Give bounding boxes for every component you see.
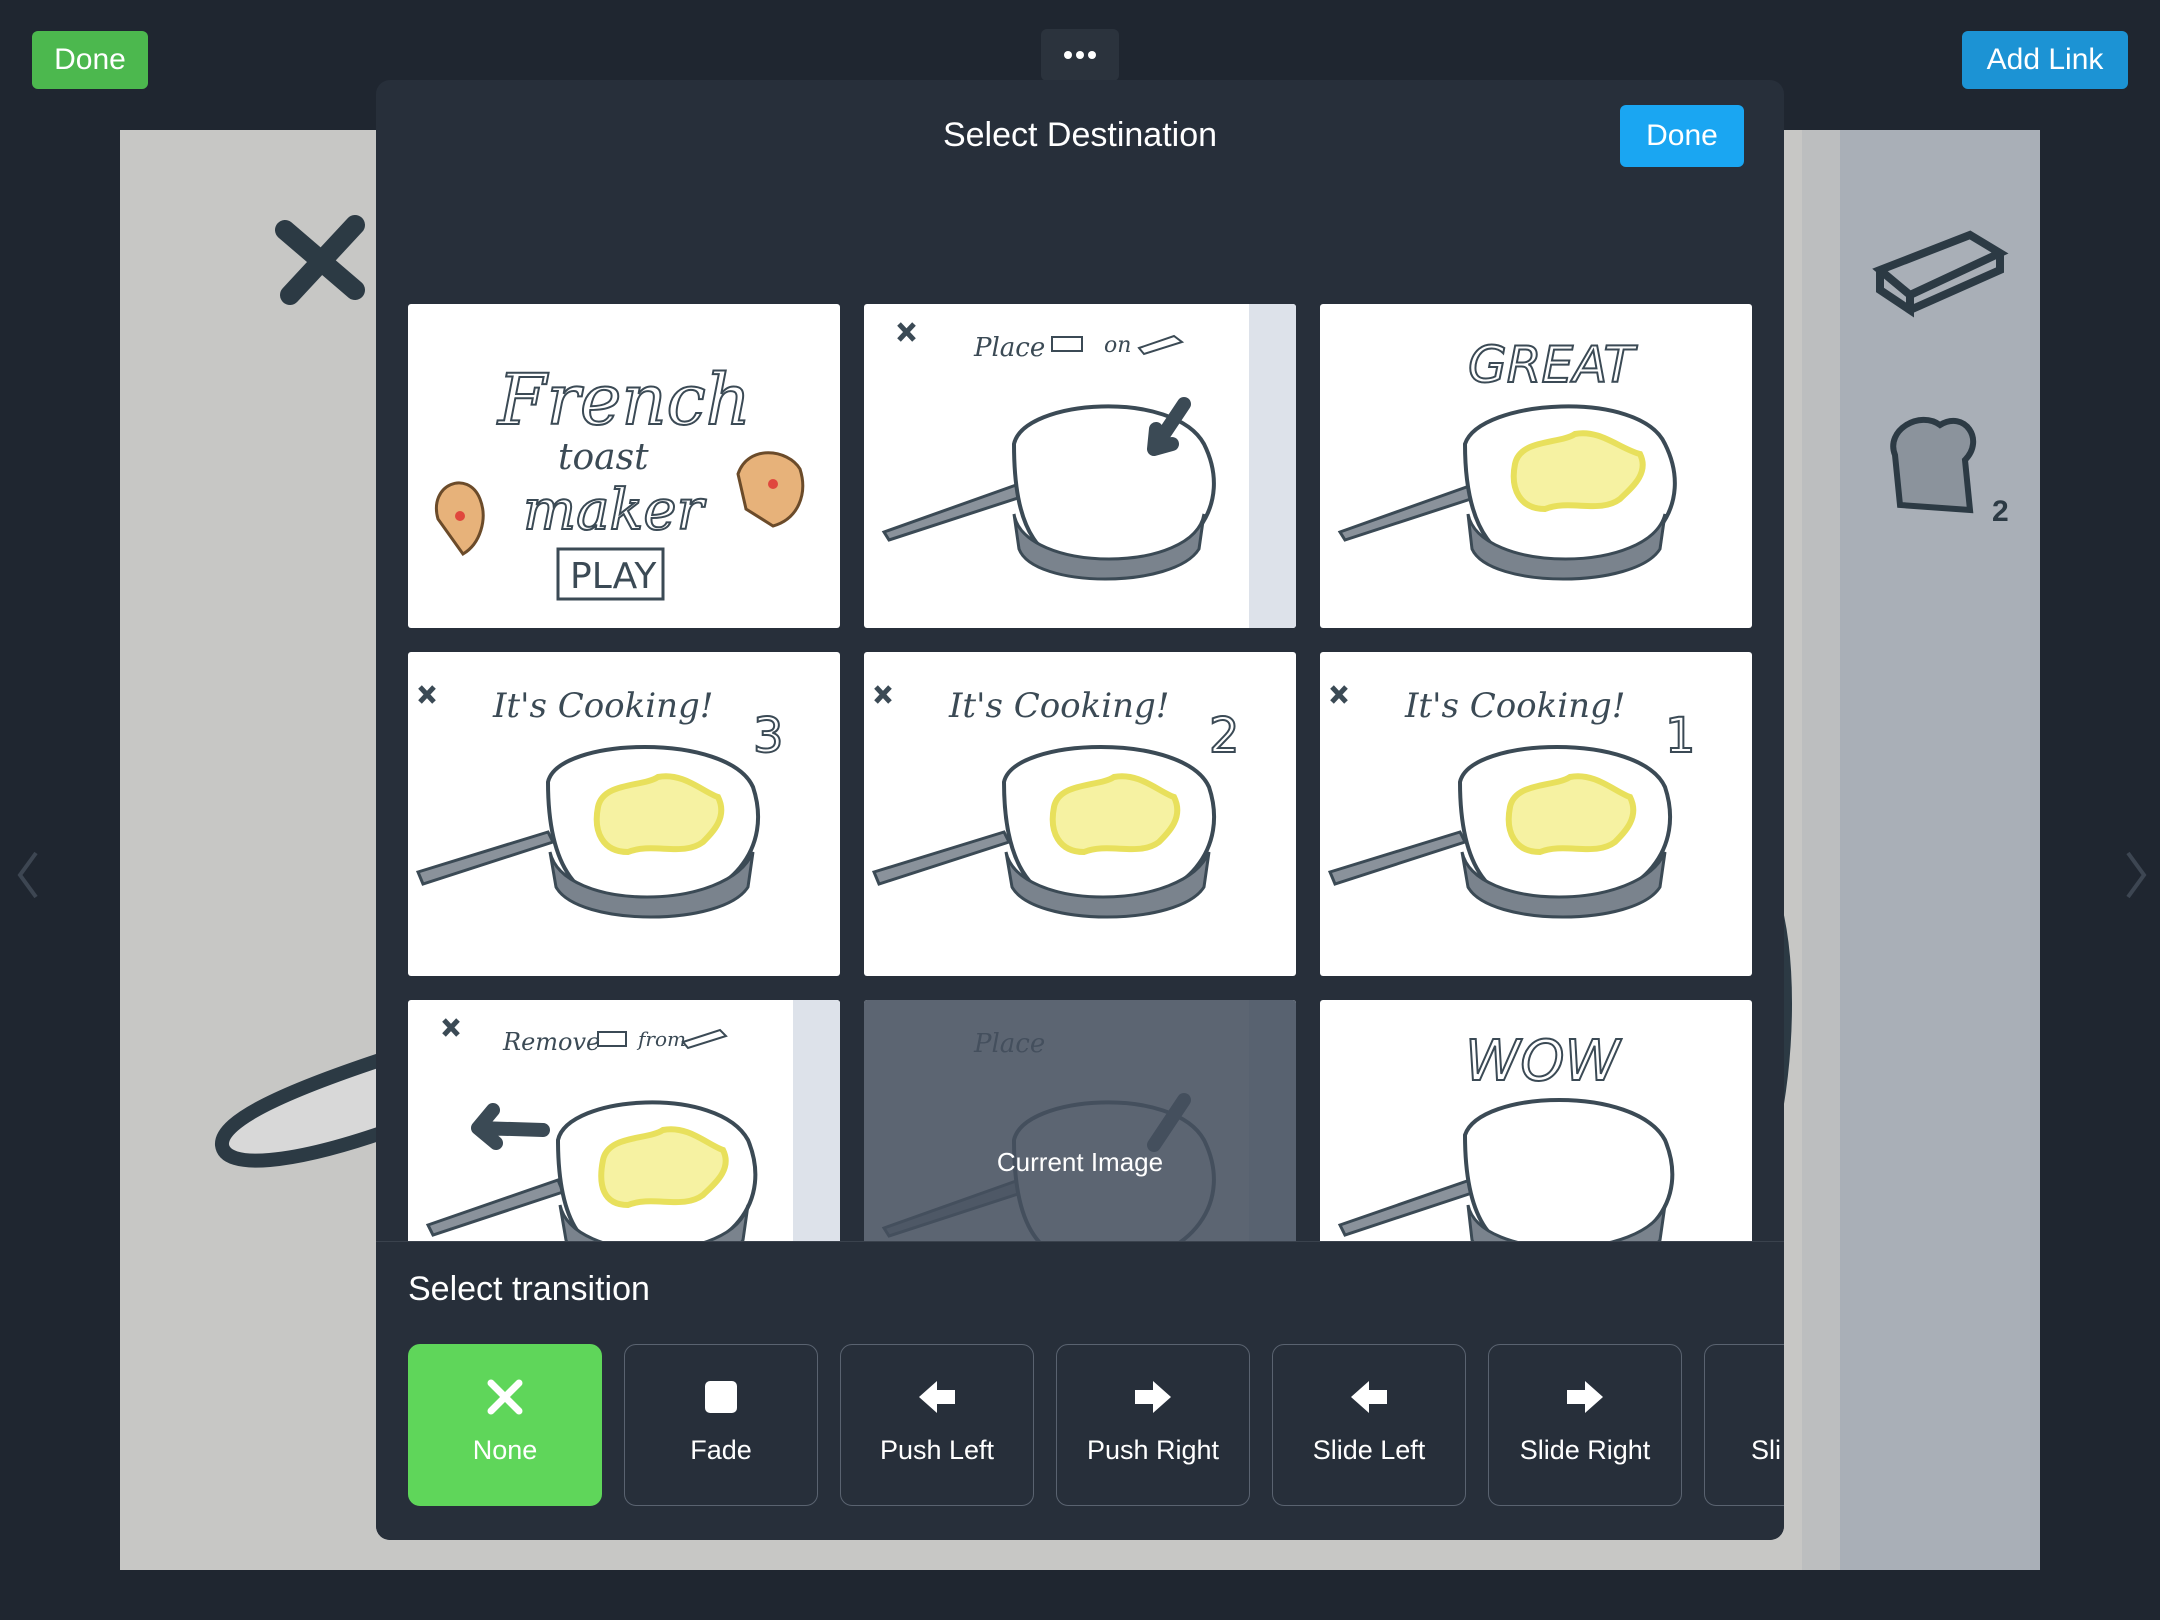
ellipsis-icon <box>1064 51 1096 59</box>
arrow-right-icon <box>1567 1381 1603 1413</box>
transition-label: Slide Left <box>1312 1435 1426 1465</box>
thumbnail-cooking-2[interactable]: It's Cooking! 2 <box>864 652 1296 976</box>
transition-slide-partial[interactable]: Sli <box>1704 1344 1784 1506</box>
transition-list[interactable]: None Fade Push Left Push Right Slide Lef… <box>408 1344 1784 1508</box>
bread-icon <box>1890 416 1977 514</box>
canvas-divider <box>1802 130 1840 1570</box>
thumbnail-place-bread-current: Place Current Image <box>864 1000 1296 1321</box>
current-image-caption: Current Image <box>996 1146 1164 1177</box>
more-options-button[interactable] <box>1041 29 1119 81</box>
bread-count: 2 <box>1992 495 2009 528</box>
dialog-done-button[interactable]: Done <box>1620 105 1744 167</box>
transition-label: None <box>472 1435 538 1465</box>
close-x-icon <box>275 215 365 305</box>
transition-fade[interactable]: Fade <box>624 1344 818 1506</box>
next-page-arrow[interactable] <box>2116 845 2156 905</box>
svg-text:maker: maker <box>523 478 707 543</box>
transition-label: Push Right <box>1086 1435 1220 1465</box>
great-drawing: GREAT <box>1337 335 1677 581</box>
svg-text:1: 1 <box>1665 708 1696 764</box>
dialog-title: Select Destination <box>942 116 1218 154</box>
svg-text:PLAY: PLAY <box>570 556 657 597</box>
place-butter-drawing: Place on <box>881 304 1296 628</box>
transition-label: Slide Right <box>1519 1435 1651 1465</box>
thumbnail-cooking-1[interactable]: It's Cooking! 1 <box>1320 652 1752 976</box>
thumbnail-title-screen[interactable]: French toast maker PLAY <box>408 304 840 628</box>
arrow-left-icon <box>919 1381 955 1413</box>
add-link-button[interactable]: Add Link <box>1962 31 2128 89</box>
svg-text:Remove: Remove <box>502 1028 600 1056</box>
square-icon <box>705 1381 737 1413</box>
svg-text:3: 3 <box>753 708 784 764</box>
canvas-inventory-strip <box>1840 130 2040 1570</box>
thumbnail-great[interactable]: GREAT <box>1320 304 1752 628</box>
cooking-2-drawing: It's Cooking! 2 <box>871 685 1241 919</box>
transition-slide-right[interactable]: Slide Right <box>1488 1344 1682 1506</box>
svg-text:WOW: WOW <box>1465 1029 1622 1094</box>
svg-text:It's Cooking!: It's Cooking! <box>948 686 1169 726</box>
transition-slide-left[interactable]: Slide Left <box>1272 1344 1466 1506</box>
svg-text:GREAT: GREAT <box>1468 336 1638 394</box>
top-done-button[interactable]: Done <box>32 31 148 89</box>
svg-text:French: French <box>496 359 751 441</box>
svg-text:Place: Place <box>973 333 1045 363</box>
svg-text:toast: toast <box>558 437 649 478</box>
thumbnail-place-butter[interactable]: Place on <box>864 304 1296 628</box>
cooking-3-drawing: It's Cooking! 3 <box>415 685 785 919</box>
select-destination-dialog: Select Destination Done French toast mak… <box>376 80 1784 1540</box>
arrow-left-icon <box>1351 1381 1387 1413</box>
svg-text:from: from <box>636 1027 686 1051</box>
svg-text:It's Cooking!: It's Cooking! <box>492 686 713 726</box>
svg-text:on: on <box>1104 333 1131 358</box>
butter-icon <box>1872 230 2009 318</box>
previous-page-arrow[interactable] <box>8 845 48 905</box>
arrow-right-icon <box>1135 1381 1171 1413</box>
destination-grid: French toast maker PLAY Place on GREAT I… <box>376 224 1784 1321</box>
svg-text:It's Cooking!: It's Cooking! <box>1404 686 1625 726</box>
transition-push-right[interactable]: Push Right <box>1056 1344 1250 1506</box>
svg-text:2: 2 <box>1209 708 1240 764</box>
transition-none[interactable]: None <box>408 1344 602 1506</box>
transition-label: Fade <box>690 1435 752 1465</box>
x-icon <box>487 1379 523 1415</box>
thumbnail-cooking-3[interactable]: It's Cooking! 3 <box>408 652 840 976</box>
transition-title: Select transition <box>408 1270 650 1308</box>
transition-label: Sli <box>1751 1435 1782 1465</box>
transition-push-left[interactable]: Push Left <box>840 1344 1034 1506</box>
cooking-1-drawing: It's Cooking! 1 <box>1327 685 1697 919</box>
title-drawing: French toast maker PLAY <box>434 358 805 601</box>
transition-label: Push Left <box>879 1435 995 1465</box>
